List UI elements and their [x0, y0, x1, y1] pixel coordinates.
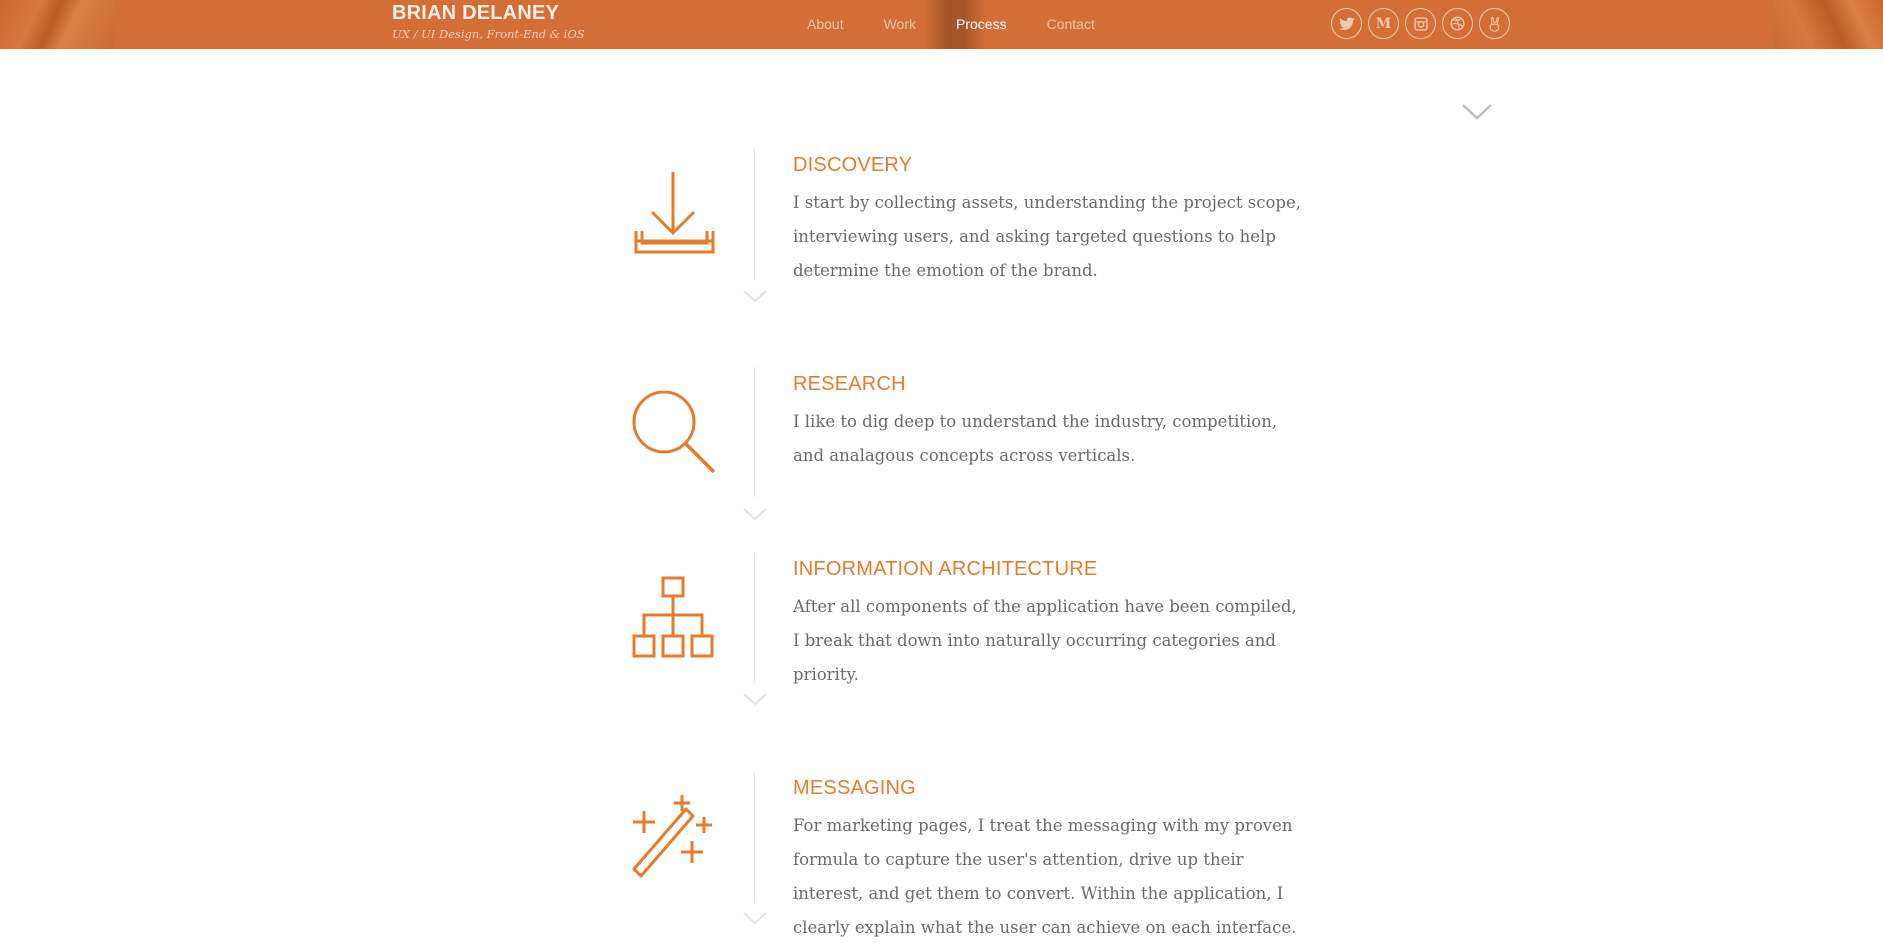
step-title: RESEARCH [793, 373, 906, 395]
nav-work[interactable]: Work [884, 16, 916, 32]
sitemap-icon [632, 576, 714, 658]
step-title: INFORMATION ARCHITECTURE [793, 558, 1098, 580]
header-background-image [1773, 0, 1883, 49]
chevron-down-icon [743, 290, 767, 303]
magic-wand-icon [632, 795, 712, 878]
instagram-link[interactable] [1405, 8, 1436, 39]
timeline-line [754, 553, 755, 683]
site-header: BRIAN DELANEY UX / UI Design, Front-End … [0, 0, 1883, 49]
header-background-image [0, 0, 115, 49]
step-description: I like to dig deep to understand the ind… [793, 412, 1278, 465]
step-title: DISCOVERY [793, 154, 913, 176]
dribbble-link[interactable] [1442, 8, 1473, 39]
site-tagline: UX / UI Design, Front-End & iOS [392, 27, 585, 41]
twitter-icon [1338, 16, 1355, 30]
angellist-link[interactable] [1479, 8, 1510, 39]
social-links: M [1331, 8, 1516, 39]
step-title: MESSAGING [793, 777, 916, 799]
magnifier-icon [632, 390, 716, 474]
site-title[interactable]: BRIAN DELANEY [392, 2, 559, 25]
chevron-down-icon [743, 912, 767, 925]
timeline-line [754, 772, 755, 902]
step-description: For marketing pages, I treat the messagi… [793, 816, 1297, 937]
nav-process[interactable]: Process [956, 16, 1007, 32]
main-nav: About Work Process Contact [807, 16, 1135, 32]
scroll-down-chevron-icon[interactable] [1461, 103, 1493, 121]
medium-icon: M [1375, 15, 1392, 32]
instagram-icon [1413, 16, 1428, 31]
nav-about[interactable]: About [807, 16, 844, 32]
twitter-link[interactable] [1331, 8, 1362, 39]
chevron-down-icon [743, 508, 767, 521]
step-description: After all components of the application … [793, 597, 1297, 684]
chevron-down-icon [743, 693, 767, 706]
timeline-line [754, 148, 755, 280]
medium-link[interactable]: M [1368, 8, 1399, 39]
nav-contact[interactable]: Contact [1047, 16, 1095, 32]
timeline-line [754, 367, 755, 497]
download-tray-icon [634, 172, 715, 254]
peace-icon [1489, 16, 1499, 32]
step-description: I start by collecting assets, understand… [793, 193, 1301, 280]
dribbble-icon [1450, 16, 1465, 31]
